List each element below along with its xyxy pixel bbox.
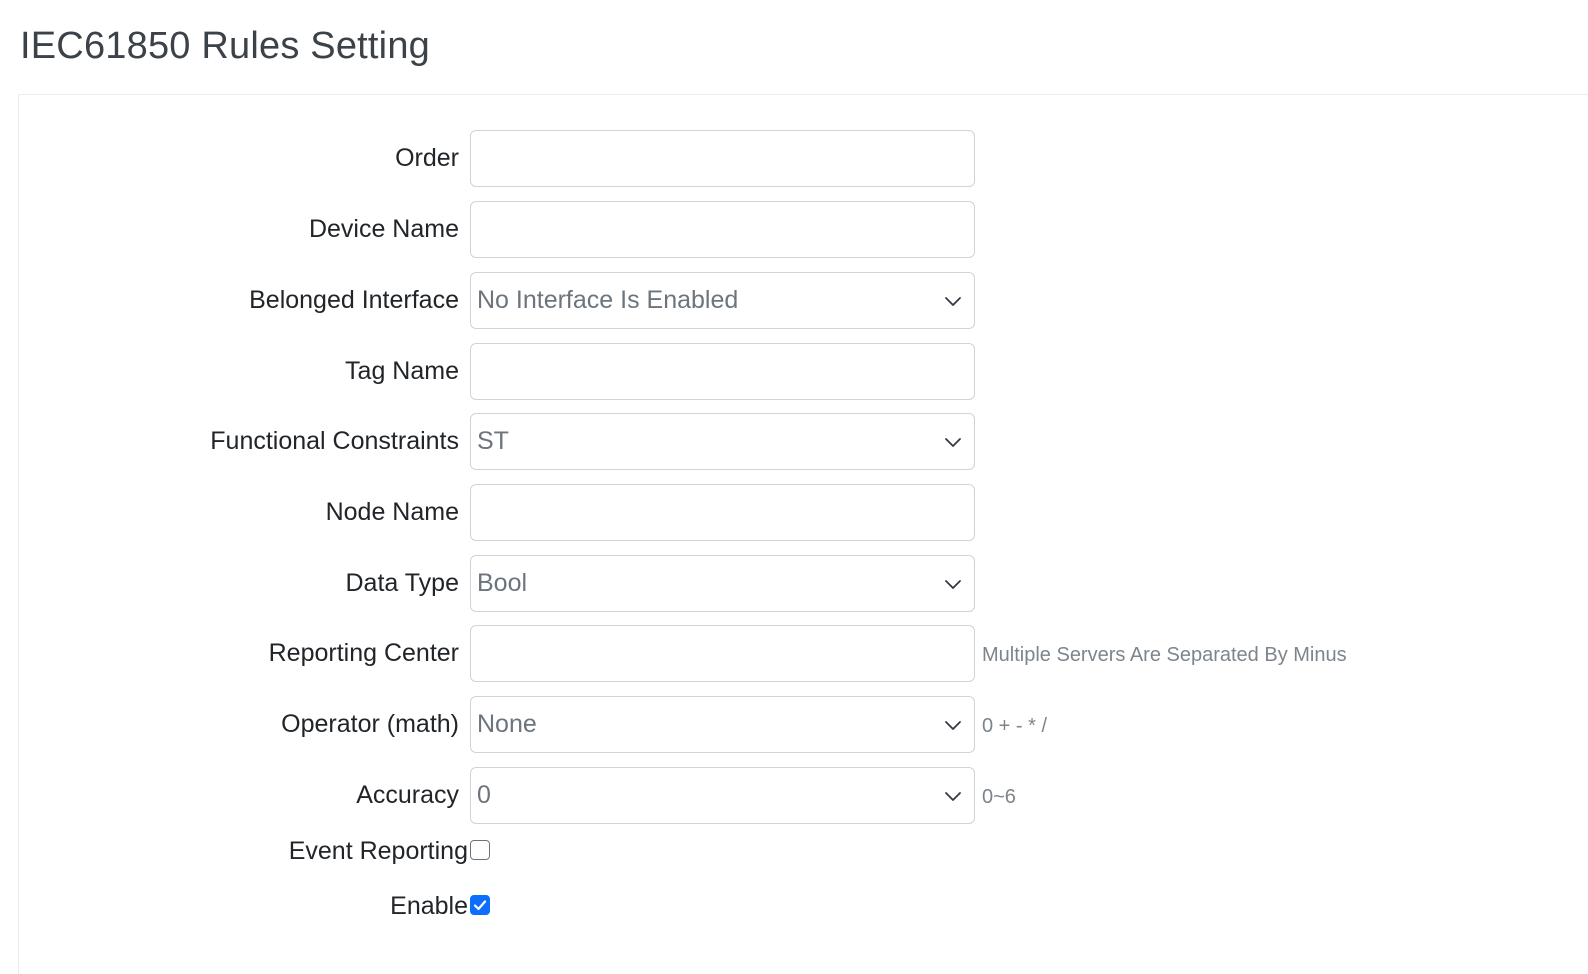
chevron-down-icon (945, 721, 961, 730)
accuracy-hint: 0~6 (982, 786, 1016, 808)
reporting-center-input[interactable] (470, 625, 975, 682)
accuracy-label: Accuracy (356, 781, 459, 809)
chevron-down-icon (945, 297, 961, 306)
functional-constraints-selected-value: ST (477, 427, 509, 455)
form-row-belonged-interface: Belonged Interface No Interface Is Enabl… (19, 272, 1588, 329)
chevron-down-icon (945, 580, 961, 589)
belonged-interface-select[interactable]: No Interface Is Enabled (470, 272, 975, 329)
form-row-tag-name: Tag Name (19, 343, 1588, 400)
accuracy-select[interactable]: 0 (470, 767, 975, 824)
belonged-interface-label: Belonged Interface (249, 286, 459, 314)
device-name-input[interactable] (470, 201, 975, 258)
form-row-reporting-center: Reporting Center Multiple Servers Are Se… (19, 625, 1588, 682)
chevron-down-icon (945, 438, 961, 447)
form-row-functional-constraints: Functional Constraints ST (19, 413, 1588, 470)
functional-constraints-select[interactable]: ST (470, 413, 975, 470)
reporting-center-hint: Multiple Servers Are Separated By Minus (982, 644, 1347, 666)
form-row-device-name: Device Name (19, 201, 1588, 258)
form-row-operator: Operator (math) None 0 + - * / (19, 696, 1588, 753)
enable-label: Enable (390, 892, 468, 920)
data-type-selected-value: Bool (477, 569, 528, 597)
form-card: Order Device Name Belonged Interface No … (18, 94, 1588, 974)
node-name-label: Node Name (325, 498, 459, 526)
data-type-label: Data Type (345, 569, 459, 597)
order-label: Order (395, 144, 459, 172)
checkmark-icon (473, 900, 487, 911)
functional-constraints-label: Functional Constraints (210, 427, 459, 455)
operator-label: Operator (math) (281, 710, 459, 738)
node-name-input[interactable] (470, 484, 975, 541)
form-row-node-name: Node Name (19, 484, 1588, 541)
order-input[interactable] (470, 130, 975, 187)
page-title: IEC61850 Rules Setting (20, 25, 430, 67)
event-reporting-label: Event Reporting (288, 837, 468, 865)
operator-hint: 0 + - * / (982, 715, 1048, 737)
form-row-order: Order (19, 130, 1588, 187)
event-reporting-checkbox[interactable] (470, 840, 490, 860)
operator-select[interactable]: None (470, 696, 975, 753)
device-name-label: Device Name (308, 215, 459, 243)
operator-selected-value: None (477, 710, 537, 738)
accuracy-selected-value: 0 (477, 781, 491, 809)
form-row-accuracy: Accuracy 0 0~6 (19, 767, 1588, 824)
data-type-select[interactable]: Bool (470, 555, 975, 612)
reporting-center-label: Reporting Center (268, 639, 459, 667)
form-row-data-type: Data Type Bool (19, 555, 1588, 612)
enable-checkbox[interactable] (470, 895, 490, 915)
tag-name-label: Tag Name (345, 357, 459, 385)
tag-name-input[interactable] (470, 343, 975, 400)
chevron-down-icon (945, 792, 961, 801)
belonged-interface-selected-value: No Interface Is Enabled (477, 286, 739, 314)
